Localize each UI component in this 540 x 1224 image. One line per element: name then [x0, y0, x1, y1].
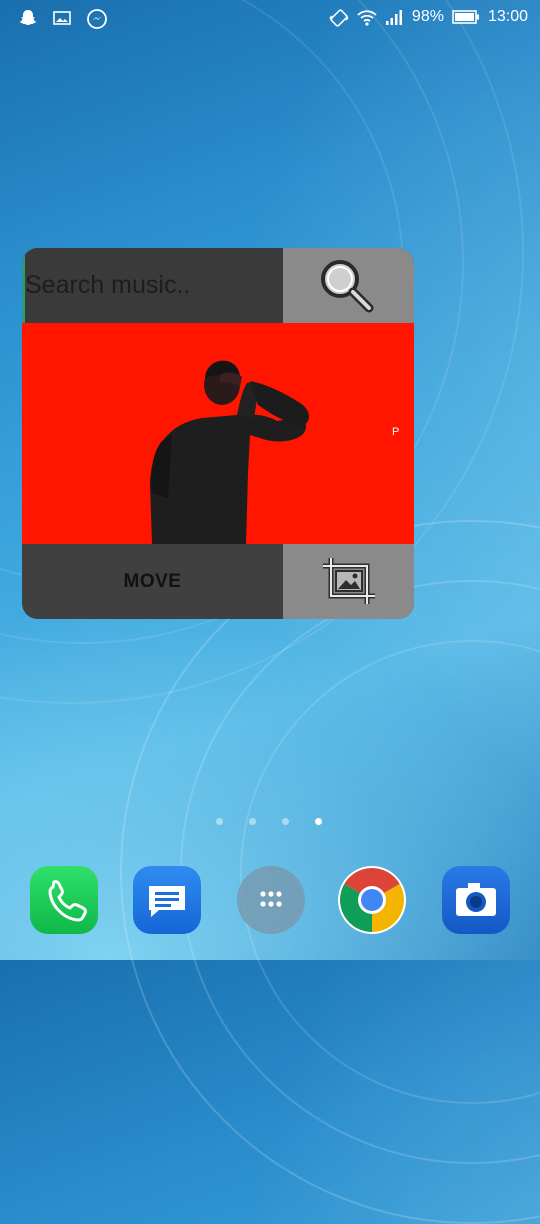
app-drawer-icon[interactable] — [237, 866, 305, 934]
wifi-icon — [356, 7, 377, 27]
dock — [0, 866, 540, 936]
status-bar: 98% 13:00 — [0, 0, 540, 36]
crop-image-button[interactable] — [283, 544, 414, 619]
artist-silhouette — [150, 360, 309, 544]
art-label: P — [392, 426, 400, 438]
messages-app-icon[interactable] — [133, 866, 201, 934]
page-dot[interactable] — [282, 818, 289, 825]
clock: 13:00 — [487, 8, 528, 25]
messenger-icon — [86, 8, 107, 29]
album-art[interactable]: P — [22, 323, 414, 544]
page-dot-active[interactable] — [315, 818, 322, 825]
signal-icon — [384, 7, 404, 27]
chrome-app-icon[interactable] — [338, 866, 406, 934]
search-input[interactable] — [25, 248, 280, 323]
battery-icon — [452, 7, 480, 27]
page-indicator — [0, 818, 540, 828]
camera-app-icon[interactable] — [442, 866, 510, 934]
move-button[interactable]: MOVE — [22, 544, 283, 619]
search-icon — [321, 260, 374, 313]
page-dot[interactable] — [216, 818, 223, 825]
vibrate-icon — [328, 7, 349, 27]
search-bar — [22, 248, 286, 323]
page-dot[interactable] — [249, 818, 256, 825]
crop-image-icon — [323, 558, 375, 604]
phone-app-icon[interactable] — [30, 866, 98, 934]
search-button[interactable] — [283, 248, 414, 323]
battery-percent: 98% — [411, 8, 444, 25]
music-widget: P MOVE — [22, 248, 414, 619]
gallery-icon — [52, 8, 72, 28]
snapchat-icon — [18, 8, 38, 28]
